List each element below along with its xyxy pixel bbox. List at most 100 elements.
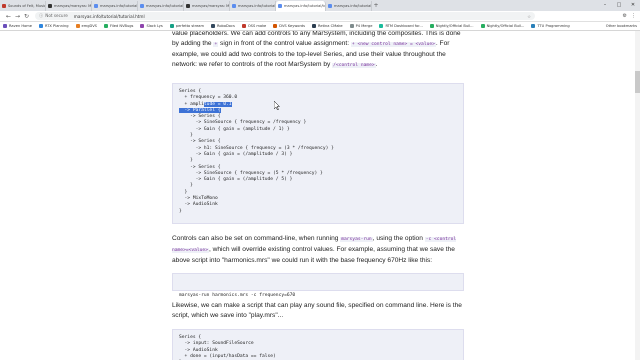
- code-line: }: [179, 209, 457, 215]
- minimize-button[interactable]: –: [598, 0, 612, 11]
- favicon-icon: [186, 4, 190, 8]
- code-text: + frequency = 360.0: [179, 95, 238, 101]
- tab-label: marsyas.info/tutorial/tutorial.htm: [284, 4, 326, 8]
- forward-button[interactable]: →: [13, 13, 22, 20]
- bookmark-label: Raven Home: [9, 24, 32, 28]
- code-text: -> SineSource { frequency = /frequency }: [179, 120, 307, 126]
- bookmark-icon: [531, 24, 536, 28]
- other-bookmarks[interactable]: Other bookmarks: [606, 24, 637, 28]
- bookmark-label: DVS Keywords: [279, 24, 306, 28]
- bookmark-icon: [429, 24, 434, 28]
- bookmark-label: RTX Planning: [45, 24, 69, 28]
- close-window-button[interactable]: ✕: [626, 0, 640, 11]
- code-text: }: [179, 189, 188, 195]
- not-secure-indicator[interactable]: Not secure: [39, 13, 68, 19]
- bookmark-item[interactable]: RTX Planning: [39, 24, 69, 28]
- bookmark-icon: [3, 24, 7, 28]
- url-input[interactable]: Not secure marsyas.info/tutorial/tutoria…: [35, 12, 535, 20]
- tab-label: marsyas.info/tutorial/tutorial.ht: [334, 4, 371, 8]
- code-block-harmonics[interactable]: Series { + frequency = 360.0 + amplitude…: [172, 83, 464, 224]
- code-text: -> Gain { gain = (/amplitude / 3) }: [179, 151, 293, 157]
- bookmark-label: OSS make: [247, 24, 267, 28]
- bookmark-item[interactable]: P4 Merge: [349, 24, 373, 28]
- bookmark-icon: [480, 24, 485, 28]
- code-text: -> Gain { gain = (amplitude / 1) }: [179, 126, 290, 132]
- bookmark-item[interactable]: Retina CMake: [312, 24, 343, 28]
- bookmark-label: RTM Dashboard for...: [385, 24, 423, 28]
- code-text: -> Series {: [179, 114, 221, 120]
- selected-text: -> Parallel {: [179, 107, 221, 113]
- back-button[interactable]: ←: [4, 13, 13, 20]
- code-text: }: [179, 208, 182, 214]
- tab-label: marsyas.info/tutorial/overview.html: [100, 4, 138, 8]
- favicon-icon: [94, 4, 98, 8]
- bookmark-item[interactable]: emgDVS: [75, 24, 97, 28]
- bookmark-icon: [39, 24, 43, 28]
- paragraph-command-line: Controls can also be set on command-line…: [172, 234, 464, 266]
- bookmark-label: P4 Merge: [355, 24, 373, 28]
- code-text: }: [179, 183, 193, 189]
- code-line: + done = (input/hasData == false): [179, 353, 276, 359]
- bookmark-item[interactable]: Slack Lys: [140, 24, 163, 28]
- bookmark-item[interactable]: RTM Dashboard for...: [379, 24, 423, 28]
- page-viewport: value placeholders. We can add controls …: [0, 31, 640, 360]
- settings-icon[interactable]: ⚙: [623, 13, 627, 19]
- code-text: -> MixToMono: [179, 196, 218, 202]
- bookmark-label: TTU Programming: [537, 24, 570, 28]
- bookmark-icon: [169, 24, 174, 28]
- bookmark-icon: [349, 24, 354, 28]
- maximize-button[interactable]: □: [612, 0, 626, 11]
- browser-tab[interactable]: marsyas.info/tutorial/tutorial.htm×: [276, 1, 326, 11]
- favicon-icon: [140, 4, 144, 8]
- inline-code: marsyas-run: [340, 237, 373, 242]
- text: , which will override existing control v…: [172, 246, 455, 264]
- code-text: -> AudioSink: [179, 202, 218, 208]
- code-text: -> Series {: [179, 139, 221, 145]
- text: sign in front of the control value assig…: [218, 40, 351, 47]
- new-tab-button[interactable]: +: [372, 1, 380, 11]
- tab-label: marsyas.info/tutorial/tutorial.ht: [146, 4, 183, 8]
- bookmark-icon: [103, 24, 108, 28]
- code-text: -> SineSource { frequency = (5 * /freque…: [179, 170, 323, 176]
- bookmark-icon: [75, 24, 80, 28]
- bookmark-icon: [241, 24, 246, 28]
- inline-code: + <new control name> = <value>: [350, 42, 436, 47]
- bookmark-label: perfetto stream: [175, 24, 204, 28]
- code-text: + ampli: [179, 101, 204, 107]
- browser-tab[interactable]: marsyas/marsyas: Marsyas×: [184, 1, 230, 11]
- window-controls: – □ ✕: [598, 0, 640, 11]
- bookmark-item[interactable]: RoboDocs: [211, 24, 235, 28]
- bookmark-item[interactable]: DVS Keywords: [273, 24, 305, 28]
- bookmark-item[interactable]: Raven Home: [3, 24, 32, 28]
- tab-strip: Sounds of Felt, Music Analysis with A I×…: [0, 0, 640, 11]
- reload-button[interactable]: ↻: [22, 13, 31, 20]
- code-text: -> Series {: [179, 164, 221, 170]
- favicon-icon: [2, 4, 6, 8]
- browser-tab[interactable]: marsyas/marsyas: Marsyas - Music A×: [46, 1, 92, 11]
- inline-code: /<control name>: [332, 63, 376, 68]
- code-block-play[interactable]: Series { -> input: SoundFileSource -> Au…: [172, 329, 464, 360]
- browser-tab[interactable]: marsyas.info/tutorial/overview.html×: [92, 1, 138, 11]
- code-line: marsyas-run harmonics.mrs -c frequency=6…: [179, 292, 296, 298]
- code-text: Series {: [179, 89, 202, 94]
- bookmark-item[interactable]: OSS make: [241, 24, 267, 28]
- bookmark-label: Filed NVBugs: [109, 24, 134, 28]
- browser-tab[interactable]: marsyas.info/tutorial/tutorial.html×: [230, 1, 276, 11]
- bookmark-item[interactable]: perfetto stream: [169, 24, 204, 28]
- bookmark-item[interactable]: TTU Programming: [531, 24, 570, 28]
- scrollbar-thumb[interactable]: [635, 71, 640, 93]
- address-bar: ← → ↻ Not secure marsyas.info/tutorial/t…: [0, 11, 640, 22]
- favicon-icon: [278, 4, 282, 8]
- bookmark-star-icon[interactable]: ☆: [527, 14, 531, 19]
- code-block-run-command[interactable]: marsyas-run harmonics.mrs -c frequency=6…: [172, 273, 464, 298]
- menu-kebab-icon[interactable]: ⋮: [631, 13, 636, 19]
- bookmark-item[interactable]: Nightly/Official Buil...: [480, 24, 524, 28]
- tab-label: Sounds of Felt, Music Analysis with A I: [8, 4, 46, 8]
- bookmark-item[interactable]: Nightly/Official Buil...: [429, 24, 474, 28]
- browser-tab[interactable]: marsyas.info/tutorial/tutorial.ht×: [138, 1, 184, 11]
- bookmark-item[interactable]: Filed NVBugs: [103, 24, 134, 28]
- browser-tab[interactable]: marsyas.info/tutorial/tutorial.ht×: [326, 1, 372, 11]
- browser-tab[interactable]: Sounds of Felt, Music Analysis with A I×: [0, 1, 46, 11]
- text: Controls can also be set on command-line…: [172, 235, 341, 242]
- url-text: marsyas.info/tutorial/tutorial.html: [73, 13, 145, 19]
